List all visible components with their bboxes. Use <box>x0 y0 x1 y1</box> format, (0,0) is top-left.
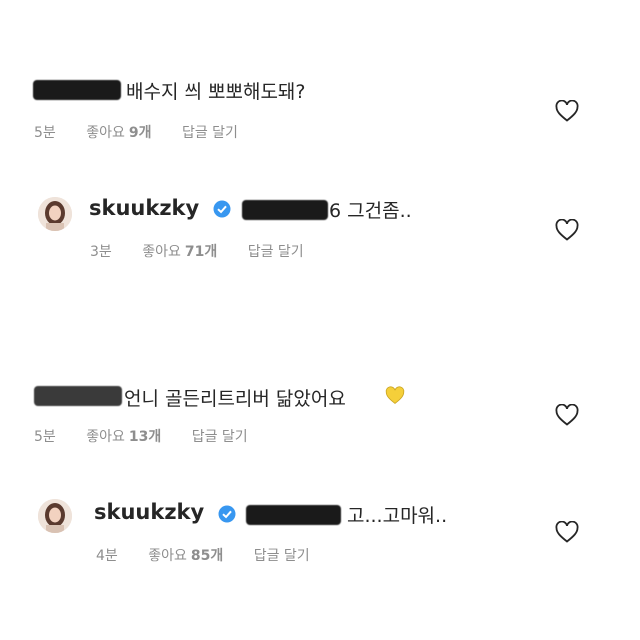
heart-outline-icon[interactable] <box>555 219 579 241</box>
likes-count[interactable]: 좋아요 9개 <box>86 122 151 142</box>
yellow-heart-icon <box>385 386 405 404</box>
avatar-photo <box>38 499 72 533</box>
avatar-photo <box>38 197 72 231</box>
comment-meta: 5분 좋아요 13개 답글 달기 <box>34 426 274 446</box>
reply-button[interactable]: 답글 달기 <box>248 241 304 261</box>
username[interactable]: skuukzky <box>94 500 204 524</box>
comment-text: 언니 골든리트리버 닮았어요 <box>124 388 346 410</box>
comment-time: 5분 <box>34 125 56 141</box>
verified-badge-icon <box>218 505 236 523</box>
username[interactable]: skuukzky <box>89 196 199 220</box>
comment-meta: 4분 좋아요 85개 답글 달기 <box>96 545 336 565</box>
heart-outline-icon[interactable] <box>555 100 579 122</box>
comment-text: 6 그건좀.. <box>329 200 412 222</box>
comment-meta: 3분 좋아요 71개 답글 달기 <box>90 241 330 261</box>
redacted-mention <box>246 505 341 525</box>
reply-button[interactable]: 답글 달기 <box>192 426 248 446</box>
heart-outline-icon[interactable] <box>555 404 579 426</box>
likes-count[interactable]: 좋아요 71개 <box>142 241 217 261</box>
redacted-username <box>33 80 121 100</box>
avatar[interactable] <box>38 499 72 533</box>
comment-text: 고...고마워.. <box>347 505 448 527</box>
reply-button[interactable]: 답글 달기 <box>254 545 310 565</box>
avatar[interactable] <box>38 197 72 231</box>
comment-time: 3분 <box>90 244 112 260</box>
redacted-mention <box>242 200 328 220</box>
likes-count[interactable]: 좋아요 13개 <box>86 426 161 446</box>
comment-time: 4분 <box>96 548 118 564</box>
reply-button[interactable]: 답글 달기 <box>182 122 238 142</box>
redacted-username <box>34 386 122 406</box>
comment-time: 5분 <box>34 429 56 445</box>
heart-outline-icon[interactable] <box>555 521 579 543</box>
verified-badge-icon <box>213 200 231 218</box>
likes-count[interactable]: 좋아요 85개 <box>148 545 223 565</box>
comment-text: 배수지 씌 뽀뽀해도돼? <box>126 81 306 103</box>
comment-meta: 5분 좋아요 9개 답글 달기 <box>34 122 264 142</box>
